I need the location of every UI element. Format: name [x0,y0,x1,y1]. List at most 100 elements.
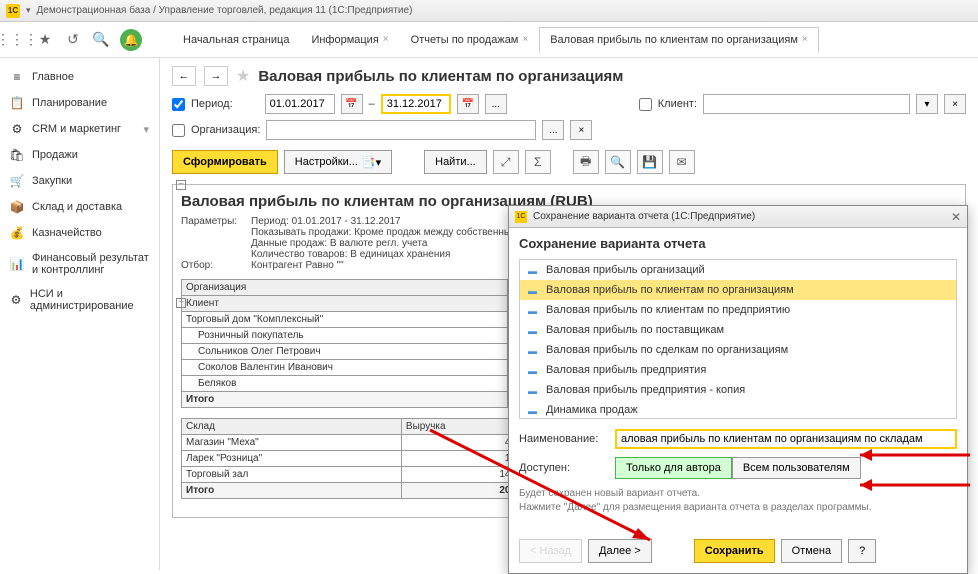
org-select-button[interactable]: ... [542,120,564,140]
list-item[interactable]: Валовая прибыль организаций [520,260,956,280]
apps-icon[interactable]: ⋮⋮⋮ [8,31,26,49]
find-button[interactable]: Найти... [424,150,487,174]
access-toggle: Только для автора Всем пользователям [615,457,861,479]
main-toolbar: ⋮⋮⋮ ★ ↺ 🔍 🔔 Начальная страница Информаци… [0,22,978,58]
author-only-button[interactable]: Только для автора [615,457,732,479]
client-select-button[interactable]: ▾ [916,94,938,114]
period-select-button[interactable]: ... [485,94,507,114]
collapse-icon[interactable]: − [176,180,186,190]
back-button[interactable]: ← [172,66,196,86]
org-input[interactable] [266,120,536,140]
sum-icon[interactable]: Σ [525,150,551,174]
date-to-input[interactable] [381,94,451,114]
sidebar-item-treasury[interactable]: 💰Казначейство [0,220,159,246]
list-item[interactable]: Валовая прибыль предприятия - копия [520,380,956,400]
run-button[interactable]: Сформировать [172,150,278,174]
org-clear-button[interactable]: × [570,120,592,140]
print-icon[interactable]: 🖶 [573,150,599,174]
cancel-button[interactable]: Отмена [781,539,842,563]
list-item[interactable]: Валовая прибыль по поставщикам [520,320,956,340]
sidebar-item-crm[interactable]: ⚙CRM и маркетинг▾ [0,116,159,142]
report-icon [528,285,540,295]
tab-home[interactable]: Начальная страница [172,27,300,53]
sidebar-item-finance[interactable]: 📊Финансовый результат и контроллинг [0,246,159,282]
search-icon[interactable]: 🔍 [92,31,110,49]
page-title: Валовая прибыль по клиентам по организац… [258,68,623,85]
preview-icon[interactable]: 🔍 [605,150,631,174]
dropdown-icon[interactable]: ▾ [26,5,31,16]
report-icon [528,265,540,275]
list-item[interactable]: Динамика продаж [520,400,956,419]
all-users-button[interactable]: Всем пользователям [732,457,861,479]
tab-gross-profit[interactable]: Валовая прибыль по клиентам по организац… [539,27,819,53]
window-titlebar: 1C ▾ Демонстрационная база / Управление … [0,0,978,22]
sidebar-item-main[interactable]: ≡Главное [0,64,159,90]
sidebar: ≡Главное 📋Планирование ⚙CRM и маркетинг▾… [0,58,160,570]
org-checkbox[interactable] [172,124,185,137]
back-button: < Назад [519,539,582,563]
tree-outline: − − [176,180,186,308]
dialog-heading: Сохранение варианта отчета [519,236,957,251]
sidebar-item-sales[interactable]: 🛍Продажи [0,142,159,168]
client-clear-button[interactable]: × [944,94,966,114]
gear-icon: ⚙ [10,293,22,307]
dialog-title: Сохранение варианта отчета (1С:Предприят… [533,211,755,222]
sidebar-item-warehouse[interactable]: 📦Склад и доставка [0,194,159,220]
help-button[interactable]: ? [848,539,876,563]
period-label: Период: [191,98,233,110]
client-checkbox[interactable] [639,98,652,111]
list-item[interactable]: Валовая прибыль по клиентам по предприят… [520,300,956,320]
collapse-icon[interactable]: − [176,298,186,308]
forward-button[interactable]: → [204,66,228,86]
calendar-icon[interactable]: 📅 [341,94,363,114]
sidebar-item-purchases[interactable]: 🛒Закупки [0,168,159,194]
cart-icon: 🛒 [10,174,24,188]
gear-icon: ⚙ [10,122,24,136]
report-icon [528,385,540,395]
client-input[interactable] [703,94,910,114]
tab-info[interactable]: Информация× [300,27,399,53]
org-label: Организация: [191,124,260,136]
menu-icon: ≡ [10,70,24,84]
window-title: Демонстрационная база / Управление торго… [37,5,413,16]
dialog-note: Будет сохранен новый вариант отчета. Наж… [519,487,957,515]
star-icon[interactable]: ★ [36,31,54,49]
report-icon [528,305,540,315]
close-icon[interactable]: × [802,34,808,45]
period-checkbox[interactable] [172,98,185,111]
history-icon[interactable]: ↺ [64,31,82,49]
calendar-icon[interactable]: 📅 [457,94,479,114]
favorite-icon[interactable]: ★ [236,66,250,86]
list-item[interactable]: Валовая прибыль по клиентам по организац… [520,280,956,300]
access-label: Доступен: [519,462,609,474]
sidebar-item-planning[interactable]: 📋Планирование [0,90,159,116]
save-button[interactable]: Сохранить [694,539,775,563]
name-label: Наименование: [519,433,609,445]
report-icon [528,325,540,335]
app-logo: 1C [6,4,20,18]
close-icon[interactable]: × [383,34,389,45]
variant-name-input[interactable] [615,429,957,449]
report-icon [528,405,540,415]
box-icon: 📦 [10,200,24,214]
email-icon[interactable]: ✉ [669,150,695,174]
list-item[interactable]: Валовая прибыль предприятия [520,360,956,380]
tab-bar: Начальная страница Информация× Отчеты по… [172,27,819,53]
variants-list[interactable]: Валовая прибыль организаций Валовая приб… [519,259,957,419]
save-icon[interactable]: 💾 [637,150,663,174]
clipboard-icon: 📋 [10,96,24,110]
chart-icon: 📊 [10,257,24,271]
sidebar-item-admin[interactable]: ⚙НСИ и администрирование [0,282,159,318]
close-icon[interactable]: ✕ [951,210,961,224]
bell-icon[interactable]: 🔔 [120,29,142,51]
settings-button[interactable]: Настройки... 📑▾ [284,150,392,174]
close-icon[interactable]: × [522,34,528,45]
list-item[interactable]: Валовая прибыль по сделкам по организаци… [520,340,956,360]
money-icon: 💰 [10,226,24,240]
date-from-input[interactable] [265,94,335,114]
bag-icon: 🛍 [10,148,24,162]
report-icon [528,365,540,375]
next-button[interactable]: Далее > [588,539,652,563]
expand-icon[interactable]: ⤢ [493,150,519,174]
tab-sales-reports[interactable]: Отчеты по продажам× [400,27,540,53]
